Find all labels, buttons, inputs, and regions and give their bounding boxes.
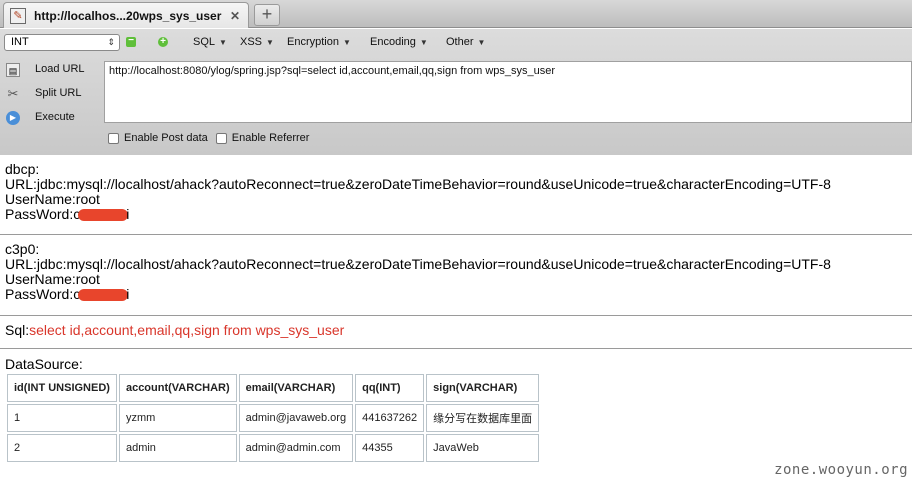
tab-title: http://localhos...20wps_sys_user — [34, 8, 222, 23]
column-header: qq(INT) — [355, 374, 425, 402]
caret-down-icon: ▼ — [342, 38, 351, 47]
split-url-label: Split URL — [35, 87, 82, 99]
dbcp-password-suffix: i — [126, 206, 130, 222]
menu-other[interactable]: Other ▼ — [446, 36, 485, 48]
hackbar-menu-row: INT ⇕ − + SQL ▼ XSS ▼ Encryption ▼ Encoding… — [0, 29, 912, 57]
menu-sql-label: SQL — [193, 36, 216, 48]
dbcp-password: PassWord:c i — [5, 207, 831, 222]
table-cell: 1 — [7, 404, 117, 432]
c3p0-username: UserName:root — [5, 271, 100, 287]
sql-line: Sql:select id,account,email,qq,sign from… — [5, 323, 344, 338]
datasource-label: DataSource: — [5, 356, 83, 372]
c3p0-section: c3p0: URL:jdbc:mysql://localhost/ahack?a… — [5, 242, 831, 302]
enable-post-checkbox[interactable] — [108, 132, 119, 144]
column-header: account(VARCHAR) — [118, 374, 237, 402]
table-cell: 缘分写在数据库里面 — [426, 404, 540, 432]
dbcp-section: dbcp: URL:jdbc:mysql://localhost/ahack?a… — [5, 162, 831, 222]
redaction-mark — [78, 289, 129, 302]
dbcp-url: URL:jdbc:mysql://localhost/ahack?autoRec… — [5, 176, 831, 192]
caret-down-icon: ▼ — [266, 38, 274, 47]
table-cell: yzmm — [118, 404, 237, 432]
select-arrows-icon: ⇕ — [107, 37, 115, 47]
menu-encoding-label: Encoding — [370, 36, 416, 48]
play-icon: ▶ — [6, 111, 20, 125]
column-header: email(VARCHAR) — [238, 374, 354, 402]
menu-encryption-label: Encryption — [287, 36, 339, 48]
page-favicon-icon: ✎ — [10, 7, 26, 24]
divider — [0, 234, 912, 235]
c3p0-url: URL:jdbc:mysql://localhost/ahack?autoRec… — [5, 256, 831, 272]
enable-referrer-label: Enable Referrer — [231, 132, 310, 144]
table-header-row: id(INT UNSIGNED) account(VARCHAR) email(… — [7, 374, 540, 402]
enable-referrer-checkbox[interactable] — [215, 132, 227, 144]
load-url-icon: ▤ — [6, 63, 20, 77]
enable-post-label: Enable Post data — [124, 132, 208, 144]
divider — [0, 315, 912, 316]
hackbar-options: Enable Post data Enable Referrer — [108, 132, 317, 144]
redaction-mark — [78, 209, 129, 222]
c3p0-password-suffix: i — [126, 286, 130, 302]
execute-label: Execute — [35, 111, 75, 123]
menu-xss[interactable]: XSS ▼ — [240, 36, 274, 48]
caret-down-icon: ▼ — [477, 38, 486, 47]
caret-down-icon: ▼ — [219, 38, 227, 47]
table-cell: 44355 — [355, 434, 425, 462]
decrease-icon[interactable]: − — [126, 36, 136, 47]
encoding-select-value: INT — [11, 36, 29, 48]
load-url-button[interactable]: ▤ Load URL — [0, 61, 104, 81]
split-url-button[interactable]: ✂ Split URL — [0, 85, 104, 105]
divider — [0, 348, 912, 349]
column-header: sign(VARCHAR) — [426, 374, 540, 402]
hackbar-toolbar: INT ⇕ − + SQL ▼ XSS ▼ Encryption ▼ Encoding… — [0, 29, 912, 155]
execute-button[interactable]: ▶ Execute — [0, 109, 104, 129]
table-cell: admin — [118, 434, 237, 462]
close-tab-icon[interactable]: ✕ — [230, 9, 240, 23]
c3p0-password-prefix: PassWord:c — [5, 286, 81, 302]
browser-tab[interactable]: ✎ http://localhos...20wps_sys_user ✕ — [3, 2, 249, 28]
scissors-icon: ✂ — [7, 86, 19, 101]
column-header: id(INT UNSIGNED) — [7, 374, 117, 402]
menu-encryption[interactable]: Encryption ▼ — [287, 36, 351, 48]
encoding-select[interactable]: INT ⇕ — [4, 34, 120, 51]
menu-other-label: Other — [446, 36, 474, 48]
datasource-table: id(INT UNSIGNED) account(VARCHAR) email(… — [5, 372, 541, 464]
sql-value: select id,account,email,qq,sign from wps… — [29, 322, 345, 338]
dbcp-heading: dbcp: — [5, 161, 40, 177]
dbcp-password-prefix: PassWord:c — [5, 206, 81, 222]
sql-label: Sql: — [5, 322, 30, 338]
tab-bar: ✎ http://localhos...20wps_sys_user ✕ + — [0, 0, 912, 28]
table-row: 2 admin admin@admin.com 44355 JavaWeb — [7, 434, 540, 462]
increase-icon[interactable]: + — [158, 37, 168, 47]
c3p0-heading: c3p0: — [5, 241, 40, 257]
dbcp-username: UserName:root — [5, 191, 100, 207]
load-url-label: Load URL — [35, 63, 85, 75]
caret-down-icon: ▼ — [419, 38, 428, 47]
menu-sql[interactable]: SQL ▼ — [193, 36, 227, 48]
menu-encoding[interactable]: Encoding ▼ — [370, 36, 428, 48]
c3p0-password: PassWord:c i — [5, 287, 831, 302]
table-cell: admin@admin.com — [238, 434, 354, 462]
table-cell: 441637262 — [355, 404, 425, 432]
table-cell: JavaWeb — [426, 434, 540, 462]
watermark: zone.wooyun.org — [774, 462, 908, 478]
table-row: 1 yzmm admin@javaweb.org 441637262 缘分写在数… — [7, 404, 540, 432]
table-cell: 2 — [7, 434, 117, 462]
new-tab-button[interactable]: + — [254, 4, 280, 26]
table-cell: admin@javaweb.org — [238, 404, 354, 432]
url-textarea[interactable]: http://localhost:8080/ylog/spring.jsp?sq… — [104, 61, 912, 123]
menu-xss-label: XSS — [240, 36, 263, 48]
